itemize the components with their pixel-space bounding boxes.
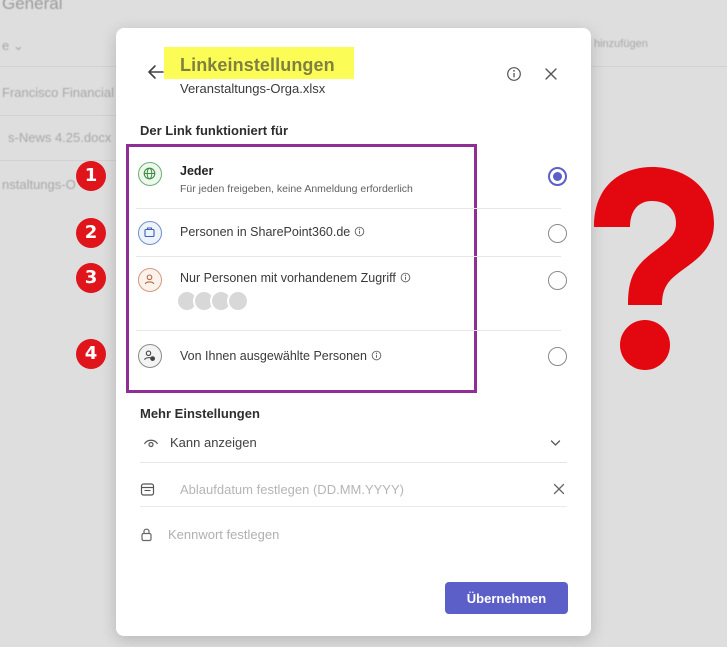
radio-specific-people[interactable] [548,347,567,366]
radio-existing-access[interactable] [548,271,567,290]
background-right-label: hinzufügen [594,38,648,50]
globe-icon [138,162,162,186]
avatar-group [176,290,256,314]
close-icon[interactable] [543,66,559,82]
option-anyone-label: Jeder [180,164,214,178]
marker-2: 2 [76,218,106,248]
permission-value: Kann anzeigen [170,435,257,450]
back-arrow-icon[interactable] [146,62,166,82]
marker-1: 1 [76,161,106,191]
info-icon[interactable] [354,226,365,237]
permission-dropdown[interactable]: Kann anzeigen [140,432,570,456]
file-name: Veranstaltungs-Orga.xlsx [180,81,326,96]
radio-anyone[interactable] [548,167,567,186]
background-item: Francisco Financial [2,85,114,100]
chevron-down-icon [550,440,561,446]
info-icon[interactable] [506,66,522,82]
marker-3: 3 [76,263,106,293]
apply-button[interactable]: Übernehmen [445,582,568,614]
option-specific-people[interactable]: Von Ihnen ausgewählte Personen [136,344,566,374]
password-field[interactable]: Kennwort festlegen [140,525,570,547]
background-item: e ⌄ [2,38,24,53]
person-add-icon [138,344,162,368]
option-specific-people-label: Von Ihnen ausgewählte Personen [180,349,382,363]
dialog-title: Linkeinstellungen [180,55,335,75]
section-label-link-works-for: Der Link funktioniert für [140,123,289,138]
background-item: nstaltungs-O [2,177,76,192]
building-icon [138,221,162,245]
section-label-more-settings: Mehr Einstellungen [140,406,260,421]
expiry-date-placeholder: Ablaufdatum festlegen (DD.MM.YYYY) [180,482,404,497]
password-placeholder: Kennwort festlegen [168,527,280,542]
radio-organization[interactable] [548,224,567,243]
calendar-icon [140,483,155,496]
option-existing-access-label: Nur Personen mit vorhandenem Zugriff [180,271,411,285]
lock-icon [141,528,152,542]
background-item: s-News 4.25.docx [8,130,112,145]
question-mark-icon [594,167,714,370]
info-icon[interactable] [371,350,382,361]
eye-icon [143,439,159,448]
info-icon[interactable] [400,272,411,283]
background-channel-title: General [2,0,63,13]
link-settings-dialog: Linkeinstellungen Veranstaltungs-Orga.xl… [116,28,591,636]
option-anyone[interactable]: Jeder Für jeden freigeben, keine Anmeldu… [136,158,566,208]
option-organization[interactable]: Personen in SharePoint360.de [136,218,566,248]
option-anyone-description: Für jeden freigeben, keine Anmeldung erf… [180,183,413,195]
avatar [227,290,249,312]
person-icon [138,268,162,292]
marker-4: 4 [76,339,106,369]
clear-icon[interactable] [553,483,565,495]
expiry-date-field[interactable]: Ablaufdatum festlegen (DD.MM.YYYY) [140,480,570,504]
option-organization-label: Personen in SharePoint360.de [180,225,365,239]
